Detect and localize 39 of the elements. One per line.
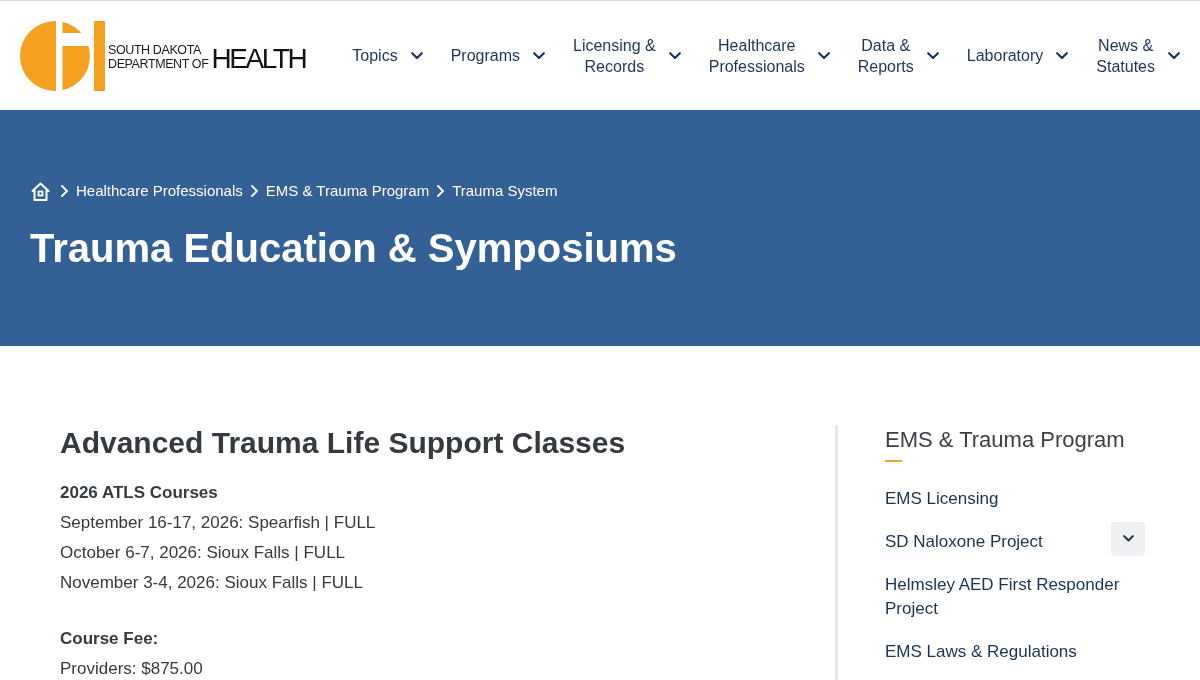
section-heading: Advanced Trauma Life Support Classes xyxy=(60,425,626,461)
nav-menu-button[interactable]: Healthcare Professionals xyxy=(708,34,830,77)
breadcrumb-link[interactable]: EMS & Trauma Program xyxy=(265,181,430,201)
logo-icon xyxy=(20,20,105,91)
subheading: Course Fee: xyxy=(60,628,160,650)
sidebar-title: EMS & Trauma Program xyxy=(885,426,1126,454)
chevron-down-icon xyxy=(410,51,423,60)
nav-menu-button[interactable]: News & Statutes xyxy=(1096,34,1180,77)
subheading: 2026 ATLS Courses xyxy=(60,482,219,504)
nav-menu-button[interactable]: Programs xyxy=(450,45,545,66)
chevron-down-icon xyxy=(668,51,681,60)
text-line: Providers: $875.00 xyxy=(60,658,204,680)
page-title: Trauma Education & Symposiums xyxy=(30,225,677,271)
nav-menu-button[interactable]: Laboratory xyxy=(966,45,1069,66)
chevron-down-icon xyxy=(926,51,939,60)
text-line: October 6-7, 2026: Sioux Falls | FULL xyxy=(60,542,347,564)
chevron-down-icon xyxy=(533,51,545,60)
chevron-down-icon xyxy=(1168,51,1180,60)
breadcrumb-link[interactable]: Trauma System xyxy=(452,181,558,201)
sidebar-link[interactable]: EMS Licensing xyxy=(885,486,999,511)
logo-wordmark: HEALTH xyxy=(211,43,306,74)
nav-menu-button[interactable]: Licensing & Records xyxy=(573,34,681,77)
text-line: November 3-4, 2026: Sioux Falls | FULL xyxy=(60,572,364,594)
text-line: September 16-17, 2026: Spearfish | FULL xyxy=(60,512,377,534)
nav-menu-button[interactable]: Data & Reports xyxy=(857,34,939,77)
home-icon[interactable] xyxy=(30,180,51,202)
chevron-right-icon xyxy=(61,185,68,197)
expand-button[interactable] xyxy=(1111,521,1145,556)
chevron-right-icon xyxy=(437,185,445,197)
logo-text: SOUTH DAKOTA DEPARTMENT OF xyxy=(108,44,209,71)
chevron-down-icon xyxy=(817,51,830,60)
chevron-right-icon xyxy=(250,185,258,197)
nav-menu-button[interactable]: Topics xyxy=(352,45,423,66)
sidebar-link[interactable]: SD Naloxone Project xyxy=(885,529,1043,554)
sidebar-link[interactable]: Helmsley AED First Responder Project xyxy=(885,572,1145,621)
breadcrumb-link[interactable]: Healthcare Professionals xyxy=(76,181,243,201)
sidebar-link[interactable]: EMS Laws & Regulations xyxy=(885,639,1077,664)
chevron-down-icon xyxy=(1056,51,1069,60)
chevron-down-icon xyxy=(1122,535,1134,542)
